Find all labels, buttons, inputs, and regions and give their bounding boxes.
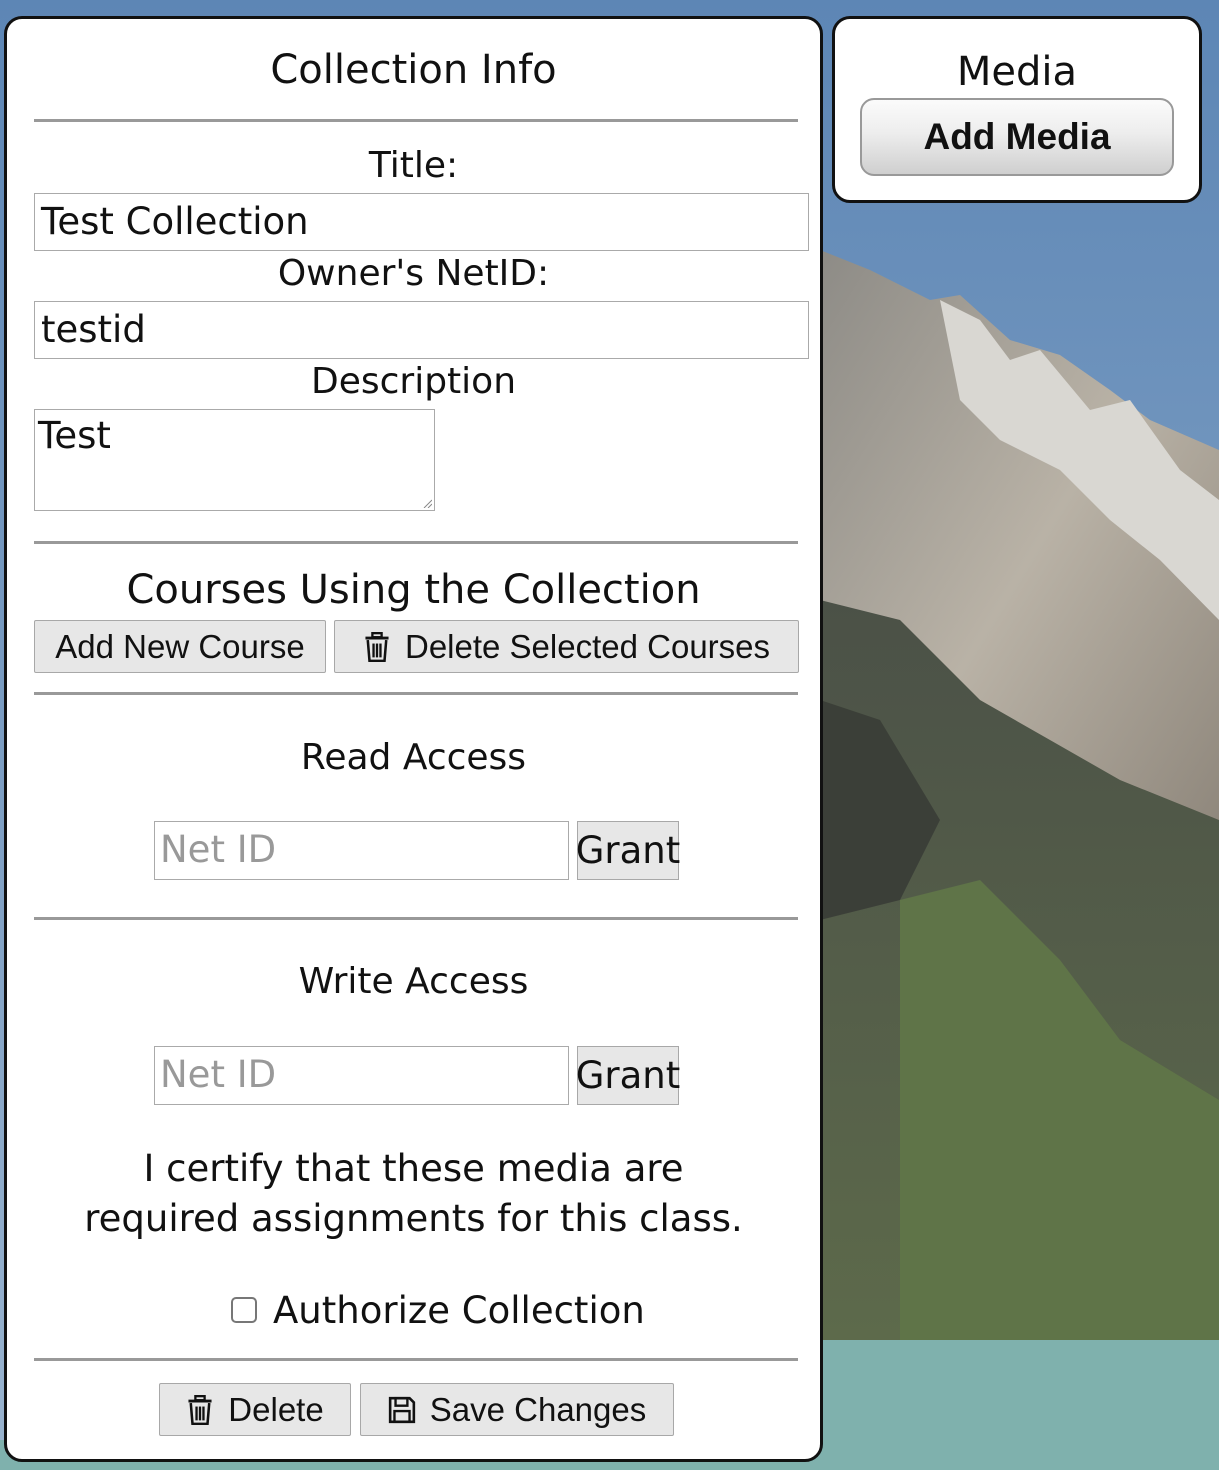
delete-label: Delete <box>228 1390 324 1428</box>
divider <box>34 119 798 122</box>
save-changes-button[interactable]: Save Changes <box>360 1383 674 1436</box>
media-panel: Media Add Media <box>832 16 1202 203</box>
owner-netid-input[interactable]: testid <box>34 301 809 359</box>
resize-grip-icon[interactable] <box>422 498 432 508</box>
courses-heading: Courses Using the Collection <box>126 567 701 613</box>
add-media-button[interactable]: Add Media <box>860 98 1174 176</box>
read-access-netid-input[interactable]: Net ID <box>154 821 569 880</box>
description-label: Description <box>310 361 517 402</box>
delete-selected-courses-button[interactable]: Delete Selected Courses <box>334 620 799 673</box>
read-access-heading: Read Access <box>300 737 527 778</box>
authorize-collection-checkbox[interactable] <box>231 1297 257 1323</box>
collection-info-panel: Collection Info Title: Test Collection O… <box>4 16 823 1462</box>
title-input[interactable]: Test Collection <box>34 193 809 251</box>
description-textarea[interactable]: Test <box>34 409 435 511</box>
save-changes-label: Save Changes <box>429 1390 647 1428</box>
divider <box>34 541 798 544</box>
description-text: Test <box>38 414 111 457</box>
authorize-collection-label: Authorize Collection <box>273 1289 645 1332</box>
delete-selected-courses-label: Delete Selected Courses <box>404 627 771 665</box>
write-access-netid-input[interactable]: Net ID <box>154 1046 569 1105</box>
owner-netid-label: Owner's NetID: <box>277 253 550 294</box>
collection-info-heading: Collection Info <box>270 47 557 93</box>
write-access-heading: Write Access <box>298 961 529 1002</box>
delete-collection-button[interactable]: Delete <box>159 1383 351 1436</box>
divider <box>34 917 798 920</box>
trash-icon <box>188 1394 212 1425</box>
trash-icon <box>365 631 389 662</box>
floppy-disk-icon <box>388 1396 415 1423</box>
certify-text: I certify that these media are required … <box>84 1147 743 1240</box>
read-access-grant-button[interactable]: Grant <box>576 821 680 880</box>
add-new-course-label: Add New Course <box>55 627 305 665</box>
media-heading: Media <box>956 49 1078 95</box>
divider <box>34 692 798 695</box>
title-label: Title: <box>368 145 459 186</box>
add-new-course-button[interactable]: Add New Course <box>34 620 326 673</box>
divider <box>34 1358 798 1361</box>
write-access-grant-button[interactable]: Grant <box>576 1046 680 1105</box>
